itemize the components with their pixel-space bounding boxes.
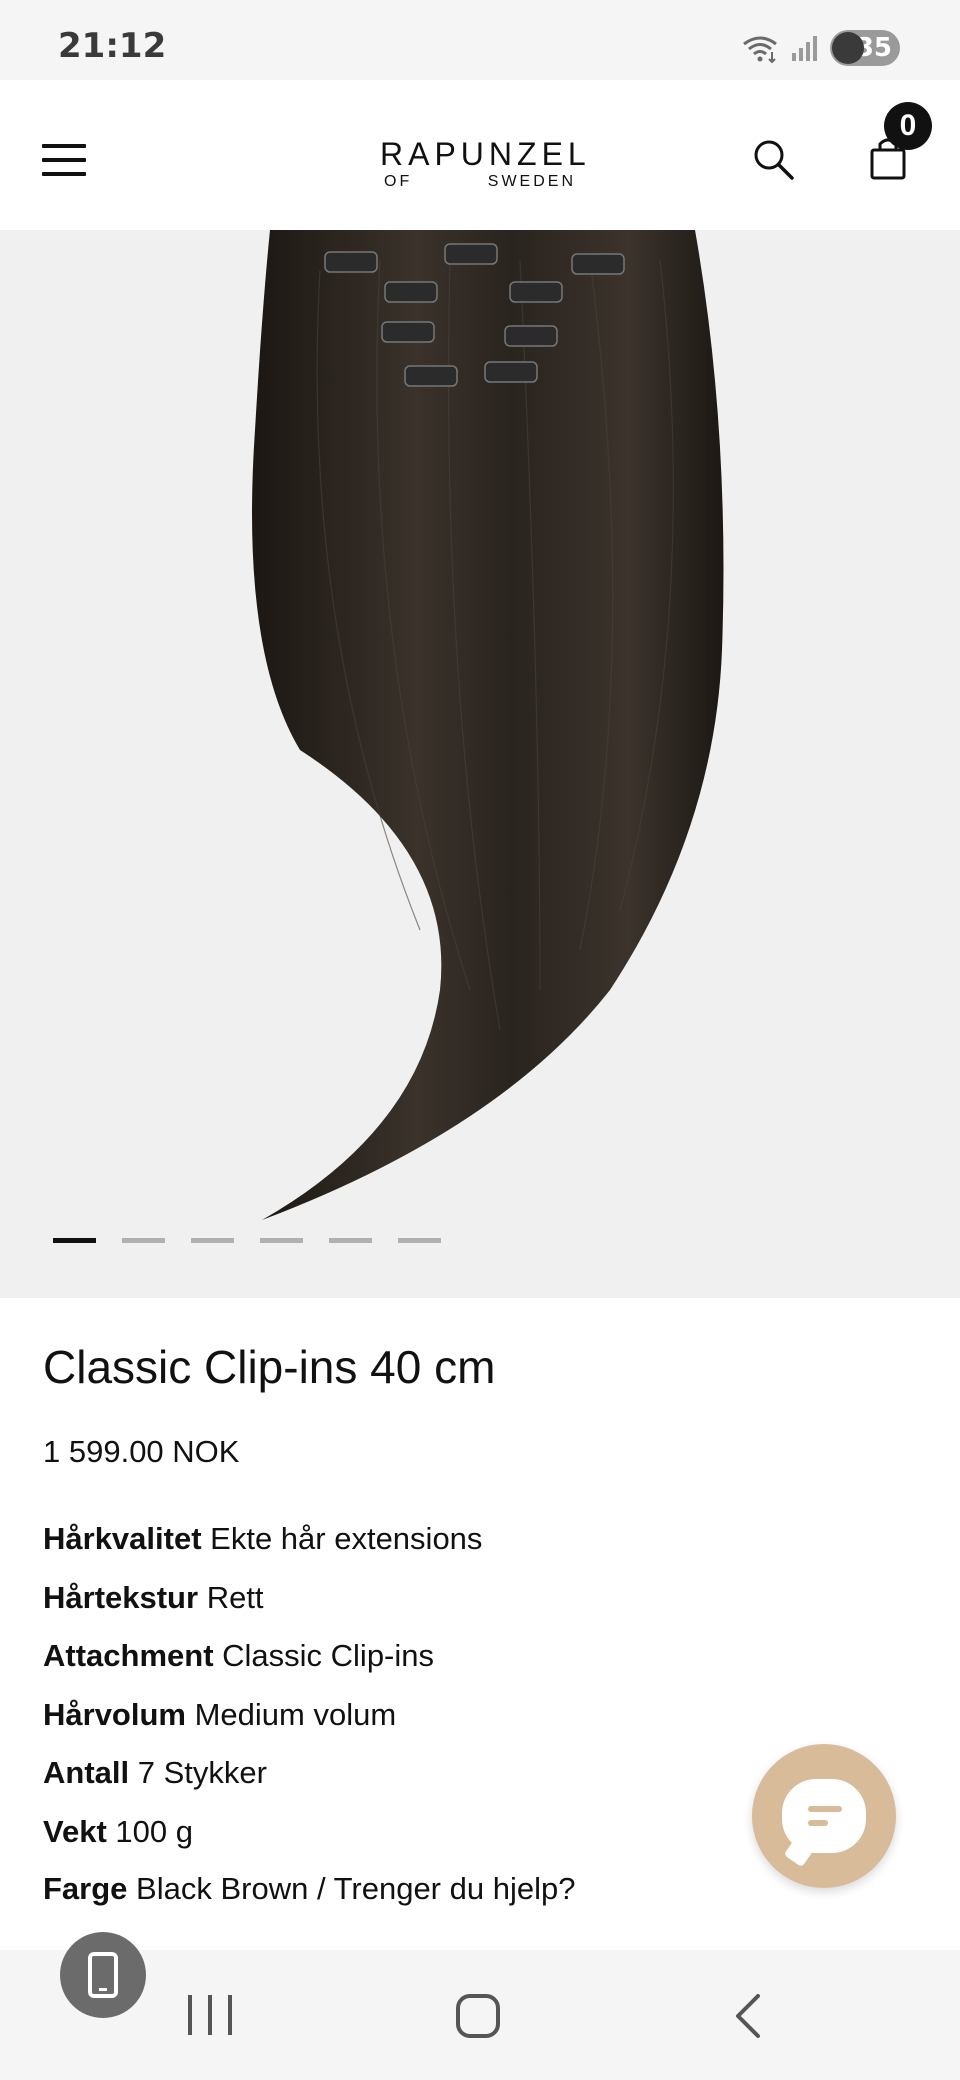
spec-key: Hårtekstur [43, 1579, 199, 1615]
spec-value: Medium volum [194, 1696, 397, 1732]
spec-row-harkvalitet: Hårkvalitet Ekte hår extensions [43, 1510, 923, 1569]
carousel-dot-5[interactable] [329, 1238, 372, 1243]
spec-row-attachment: Attachment Classic Clip-ins [43, 1627, 923, 1686]
phone-icon[interactable] [60, 1932, 146, 2018]
battery-saver-icon [832, 32, 864, 64]
home-icon[interactable] [456, 1994, 500, 2038]
logo-sub-text: OF SWEDEN [380, 173, 580, 191]
back-icon[interactable] [728, 1992, 768, 2040]
status-time: 21:12 [58, 26, 167, 66]
logo-main-text: RAPUNZEL [380, 136, 591, 172]
spec-value: 7 Stykker [137, 1755, 267, 1790]
spec-value: Ekte hår extensions [210, 1521, 483, 1556]
spec-key: Hårvolum [43, 1696, 186, 1732]
carousel-dot-2[interactable] [122, 1238, 165, 1243]
hair-extension-image [252, 230, 724, 1220]
product-title: Classic Clip-ins 40 cm [43, 1341, 496, 1393]
carousel-dot-1[interactable] [53, 1238, 96, 1243]
signal-icon [792, 36, 817, 61]
product-image-gallery[interactable] [0, 230, 960, 1298]
spec-key: Antall [43, 1755, 130, 1790]
logo-sub-right: SWEDEN [487, 173, 576, 190]
carousel-dot-3[interactable] [191, 1238, 234, 1243]
product-page: 21:12 35 RAPUNZEL OF SWEDEN 0 Classic Cl… [0, 0, 960, 2080]
spec-value: Rett [206, 1579, 264, 1615]
carousel-dot-4[interactable] [260, 1238, 303, 1243]
carousel-indicators [53, 1238, 441, 1243]
brand-logo[interactable]: RAPUNZEL OF SWEDEN [380, 136, 591, 191]
carousel-dot-6[interactable] [398, 1238, 441, 1243]
spec-value: 100 g [115, 1813, 193, 1849]
hamburger-menu-icon[interactable] [42, 144, 86, 176]
spec-row-harvolum: Hårvolum Medium volum [43, 1686, 923, 1745]
spec-key: Attachment [43, 1638, 214, 1673]
spec-row-hartekstur: Hårtekstur Rett [43, 1569, 923, 1628]
color-key: Farge [43, 1871, 128, 1906]
site-header: RAPUNZEL OF SWEDEN 0 [0, 80, 960, 230]
spec-key: Vekt [43, 1813, 107, 1849]
chat-button[interactable] [752, 1744, 896, 1888]
status-bar: 21:12 35 [0, 0, 960, 80]
wifi-icon [743, 36, 777, 64]
product-price: 1 599.00 NOK [43, 1434, 240, 1469]
spec-key: Hårkvalitet [43, 1521, 202, 1556]
status-icons: 35 [740, 28, 900, 68]
logo-sub-left: OF [384, 173, 413, 190]
spec-value: Classic Clip-ins [222, 1638, 435, 1673]
battery-icon: 35 [830, 30, 900, 66]
recent-apps-icon[interactable] [188, 1995, 232, 2035]
color-value: Black Brown / Trenger du hjelp? [136, 1871, 576, 1906]
chat-bubble-icon [782, 1779, 866, 1868]
search-icon[interactable] [752, 138, 796, 182]
cart-count-badge[interactable]: 0 [884, 102, 932, 150]
